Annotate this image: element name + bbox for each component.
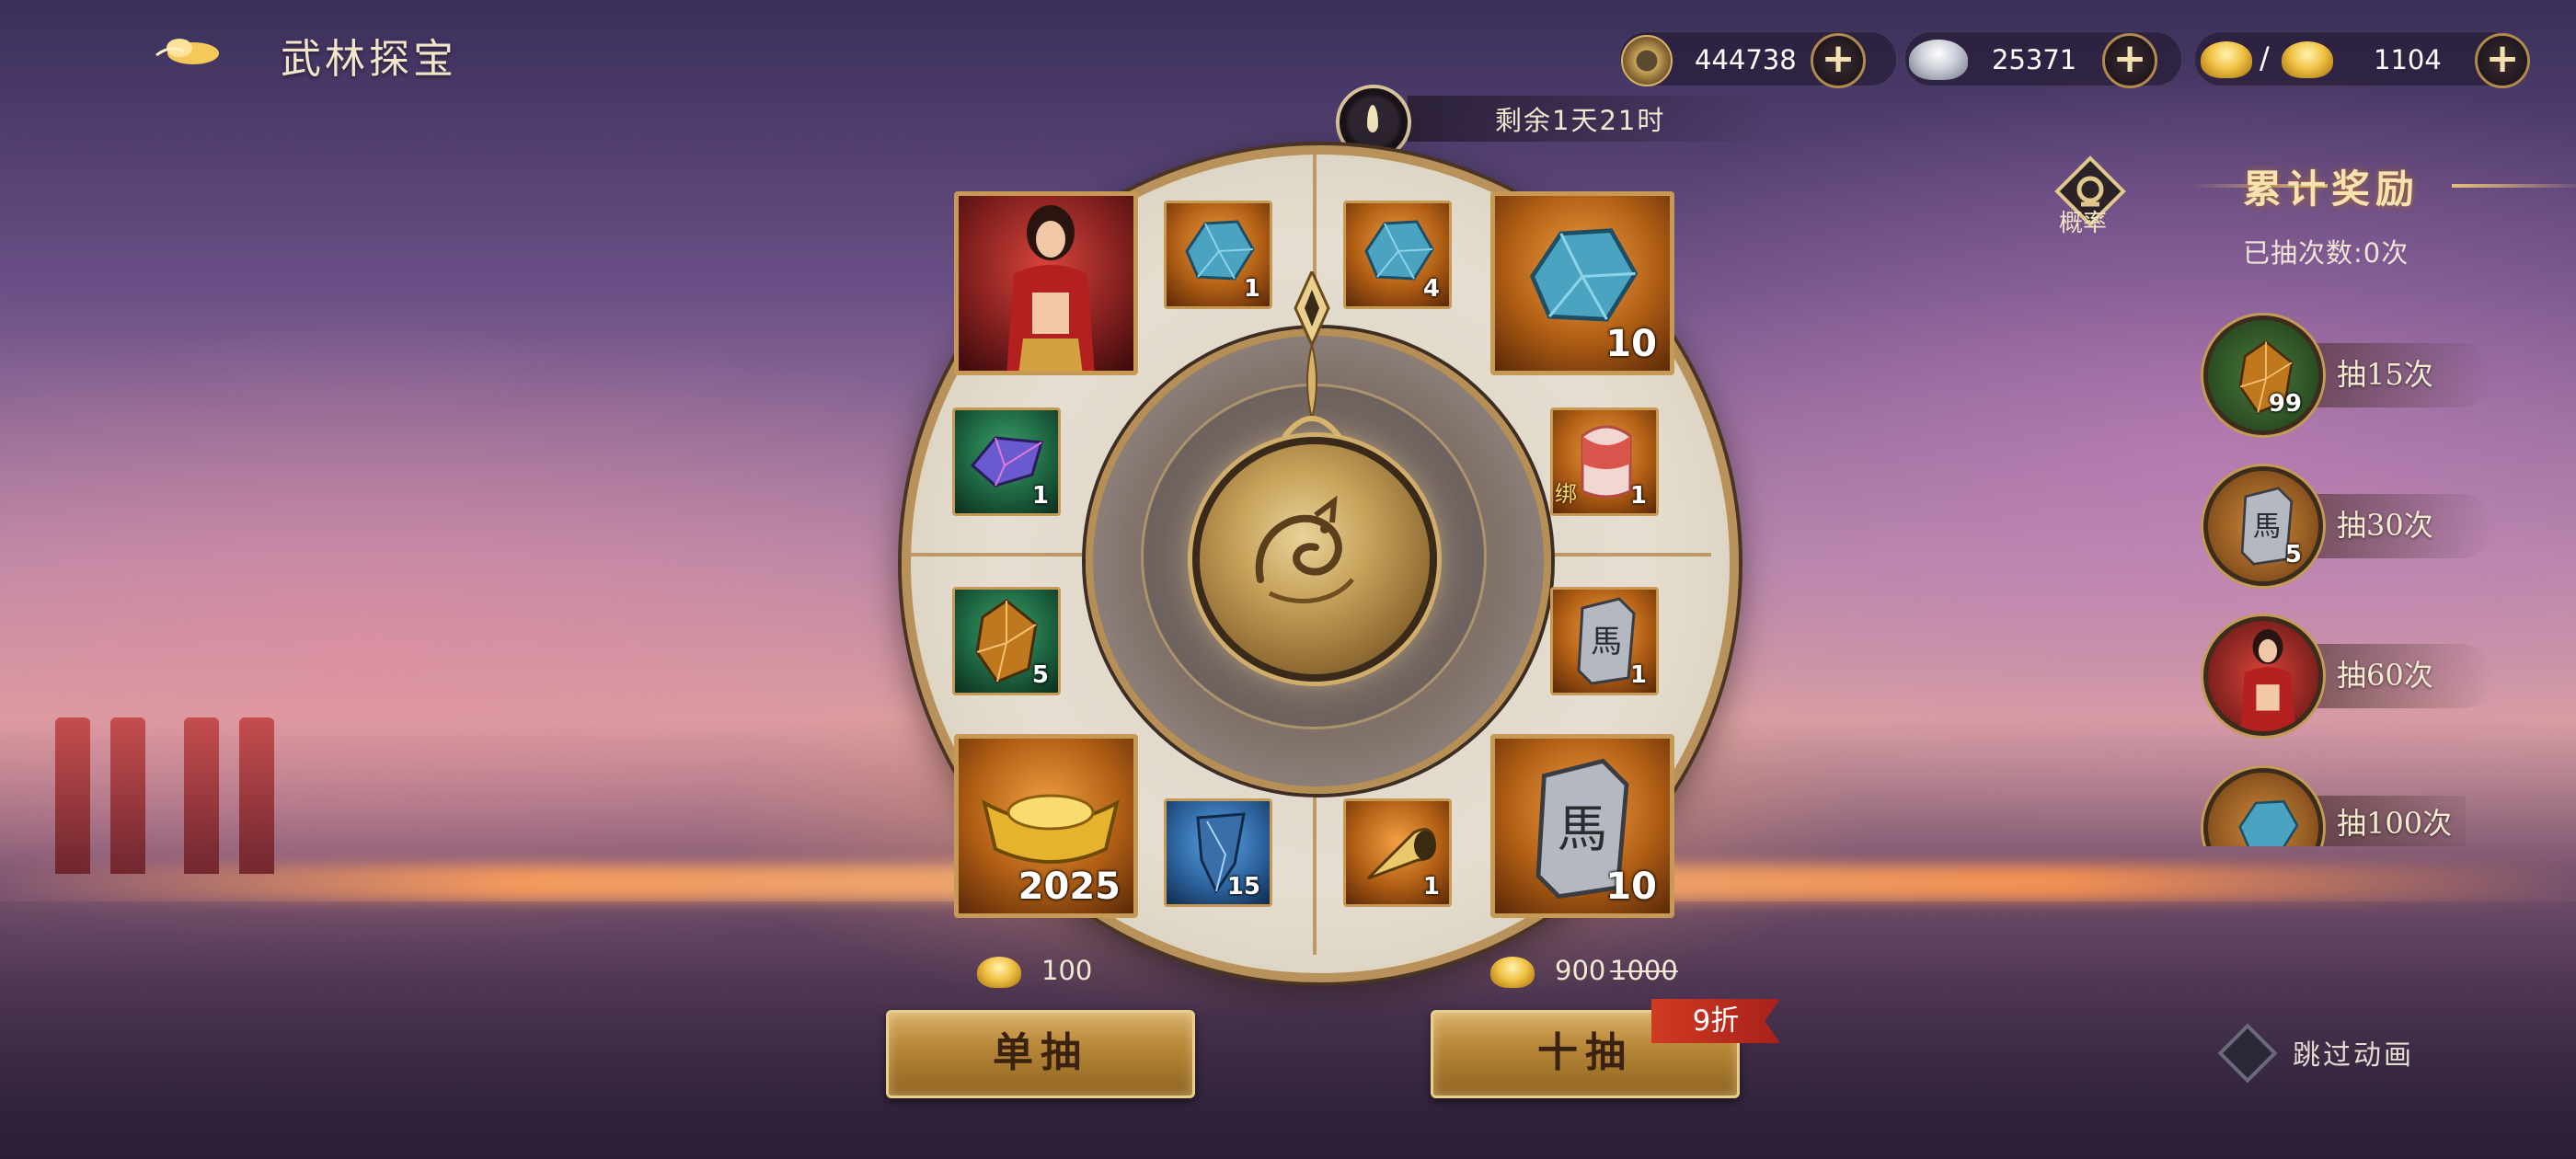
wheel-item-horse-token-large[interactable]: 馬 10 — [1490, 734, 1674, 918]
blue-ore-icon — [1529, 228, 1639, 322]
item-quantity: 10 — [1605, 323, 1657, 365]
wheel-item-blue-ore[interactable]: 1 — [1164, 201, 1272, 309]
background-pillar — [184, 717, 219, 874]
page-title: 武林探宝 — [281, 36, 457, 83]
ten-draw-original-cost: 1000 — [1610, 955, 1678, 986]
gold-ingot-icon — [981, 794, 1121, 864]
add-gold-button[interactable]: + — [2475, 33, 2530, 88]
wheel-item-horse-token[interactable]: 馬 1 — [1550, 587, 1659, 695]
ten-draw-cost: 900 — [1555, 955, 1606, 986]
background-pillar — [55, 717, 90, 874]
gold-ingot-icon — [1490, 957, 1535, 988]
milestone-quantity: 99 — [2268, 390, 2302, 418]
character-portrait-icon — [1006, 205, 1095, 371]
silver-value: 25371 — [1992, 44, 2077, 75]
svg-text:馬: 馬 — [1591, 624, 1622, 660]
milestone-reward-100[interactable] — [2203, 768, 2323, 846]
milestone-reward-60[interactable] — [2203, 616, 2323, 736]
item-quantity: 1 — [1031, 482, 1049, 510]
silver-ingot-icon — [1909, 40, 1968, 80]
wheel-item-red-seal[interactable]: 绑 1 — [1550, 407, 1659, 516]
blue-ore-icon — [2238, 799, 2299, 846]
dragon-emblem-icon — [1255, 495, 1354, 603]
milestone-label: 抽100次 — [2337, 806, 2453, 841]
milestone-label: 抽60次 — [2337, 658, 2433, 693]
background-pillar — [239, 717, 274, 874]
item-quantity: 2025 — [1018, 866, 1121, 908]
single-draw-button[interactable]: 单抽 — [886, 1010, 1195, 1098]
probability-label[interactable]: 概率 — [2059, 204, 2107, 238]
item-quantity: 1 — [1243, 275, 1260, 303]
add-silver-button[interactable]: + — [2102, 33, 2157, 88]
timer-text: 剩余1天21时 — [1495, 105, 1666, 136]
wheel-item-amber-crystal[interactable]: 5 — [952, 587, 1061, 695]
wheel-item-blue-shard[interactable]: 15 — [1164, 798, 1272, 907]
milestone-clip: 抽100次 — [2190, 754, 2466, 846]
wheel-item-character-card[interactable] — [954, 191, 1138, 375]
gold-ingot-icon — [2201, 41, 2252, 78]
svg-text:馬: 馬 — [1558, 800, 1607, 858]
gold-ingot-icon — [977, 957, 1021, 988]
milestone-reward-15[interactable]: 99 — [2203, 316, 2323, 435]
single-draw-cost: 100 — [1041, 955, 1093, 986]
wheel-item-gold-horn[interactable]: 1 — [1343, 798, 1452, 907]
title-ornament — [2452, 184, 2576, 188]
cumulative-reward-title: 累计奖励 — [2243, 166, 2421, 212]
wheel-item-blue-ore-large[interactable]: 10 — [1490, 191, 1674, 375]
milestone-quantity: 5 — [2284, 541, 2302, 568]
drawn-count: 已抽次数:0次 — [2243, 237, 2409, 269]
discount-badge: 9折 — [1651, 999, 1780, 1043]
copper-value: 444738 — [1695, 44, 1797, 75]
milestone-reward-30[interactable]: 馬 5 — [2203, 466, 2323, 586]
item-quantity: 1 — [1422, 873, 1440, 901]
copper-coin-icon — [1621, 35, 1673, 86]
item-quantity: 4 — [1422, 275, 1440, 303]
item-quantity: 15 — [1226, 873, 1260, 901]
milestone-label: 抽30次 — [2337, 508, 2433, 543]
item-quantity: 5 — [1031, 661, 1049, 689]
gold-separator: / — [2260, 40, 2270, 75]
wheel-pointer — [1282, 271, 1342, 439]
item-quantity: 1 — [1629, 661, 1647, 689]
item-quantity: 1 — [1629, 482, 1647, 510]
gold-cloud-icon — [155, 39, 219, 64]
wheel-item-blue-ore[interactable]: 4 — [1343, 201, 1452, 309]
add-copper-button[interactable]: + — [1811, 33, 1866, 88]
wheel-item-gold-ingot[interactable]: 2025 — [954, 734, 1138, 918]
milestone-label: 抽15次 — [2337, 357, 2433, 392]
wheel-item-purple-crystal[interactable]: 1 — [952, 407, 1061, 516]
gold-value: 1104 — [2374, 44, 2442, 75]
character-portrait-icon — [2240, 629, 2295, 731]
skip-animation-label[interactable]: 跳过动画 — [2293, 1032, 2414, 1073]
bound-tag: 绑 — [1555, 481, 1577, 507]
svg-text:馬: 馬 — [2253, 511, 2281, 544]
bound-gold-ingot-icon — [2282, 41, 2333, 78]
background-pillar — [110, 717, 145, 874]
item-quantity: 10 — [1605, 866, 1657, 908]
